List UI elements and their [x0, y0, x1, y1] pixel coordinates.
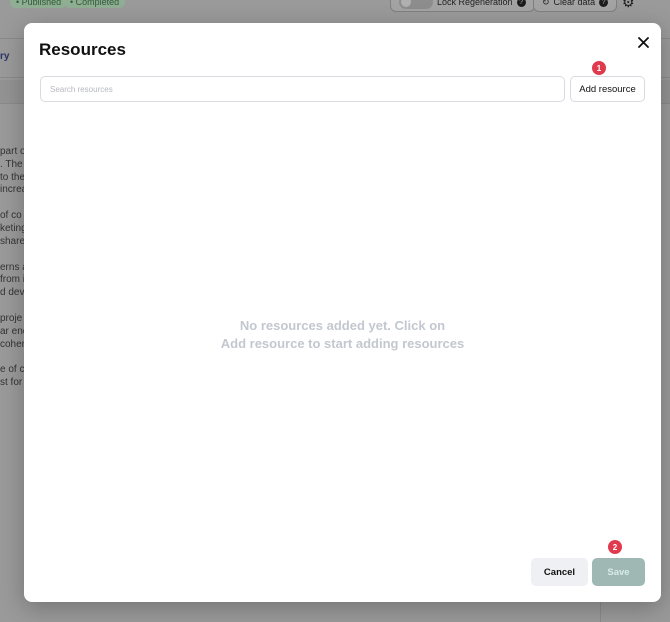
search-input[interactable] — [40, 76, 565, 102]
tab-partial[interactable]: ry — [0, 51, 9, 62]
save-button[interactable]: Save — [592, 558, 645, 586]
clear-data-label: Clear data — [553, 0, 596, 7]
help-icon: ? — [599, 0, 609, 7]
close-icon — [637, 36, 649, 48]
status-chip-published: • Published — [10, 0, 68, 8]
empty-state-line-2: Add resource to start adding resources — [220, 336, 465, 351]
empty-state-message: No resources added yet. Click on Add res… — [24, 317, 661, 353]
close-button[interactable] — [635, 34, 651, 50]
background-topbar: • Published • Completed Lock Regeneratio… — [0, 0, 670, 14]
empty-state-line-1: No resources added yet. Click on — [239, 318, 446, 333]
resources-modal: Resources Add resource 1 No resources ad… — [24, 23, 661, 602]
gear-icon[interactable]: ⚙ — [622, 0, 635, 11]
cancel-button[interactable]: Cancel — [531, 558, 588, 586]
lock-regeneration-toggle[interactable]: Lock Regeneration ? — [390, 0, 535, 12]
modal-title: Resources — [39, 40, 126, 59]
lock-regeneration-label: Lock Regeneration — [437, 0, 513, 7]
step-badge-2: 2 — [608, 540, 622, 554]
lock-icon — [399, 0, 433, 9]
help-icon: ? — [516, 0, 526, 7]
step-badge-1: 1 — [592, 61, 606, 75]
clear-data-button[interactable]: ↻ Clear data ? — [533, 0, 618, 12]
status-chip-completed: • Completed — [64, 0, 126, 8]
refresh-icon: ↻ — [542, 0, 550, 7]
add-resource-button[interactable]: Add resource — [570, 76, 645, 102]
